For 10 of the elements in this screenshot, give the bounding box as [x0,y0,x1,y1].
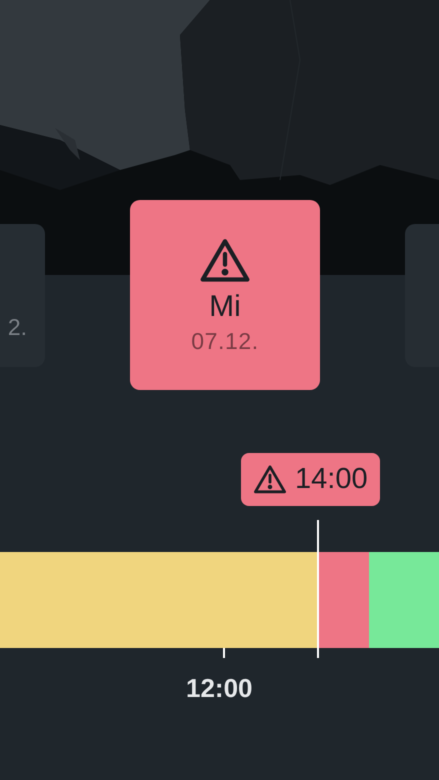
day-card[interactable]: 2. [0,224,45,366]
date-label: 2. [8,316,27,338]
day-label: Mi [209,292,241,322]
tick-mark [223,648,225,658]
date-label: 07.12. [191,330,259,353]
day-card[interactable]: Mi 07.12. [130,200,320,390]
warning-icon [199,237,251,284]
warning-icon [253,464,287,495]
marker-time: 14:00 [295,462,368,497]
tick-label: 12:00 [186,672,252,705]
